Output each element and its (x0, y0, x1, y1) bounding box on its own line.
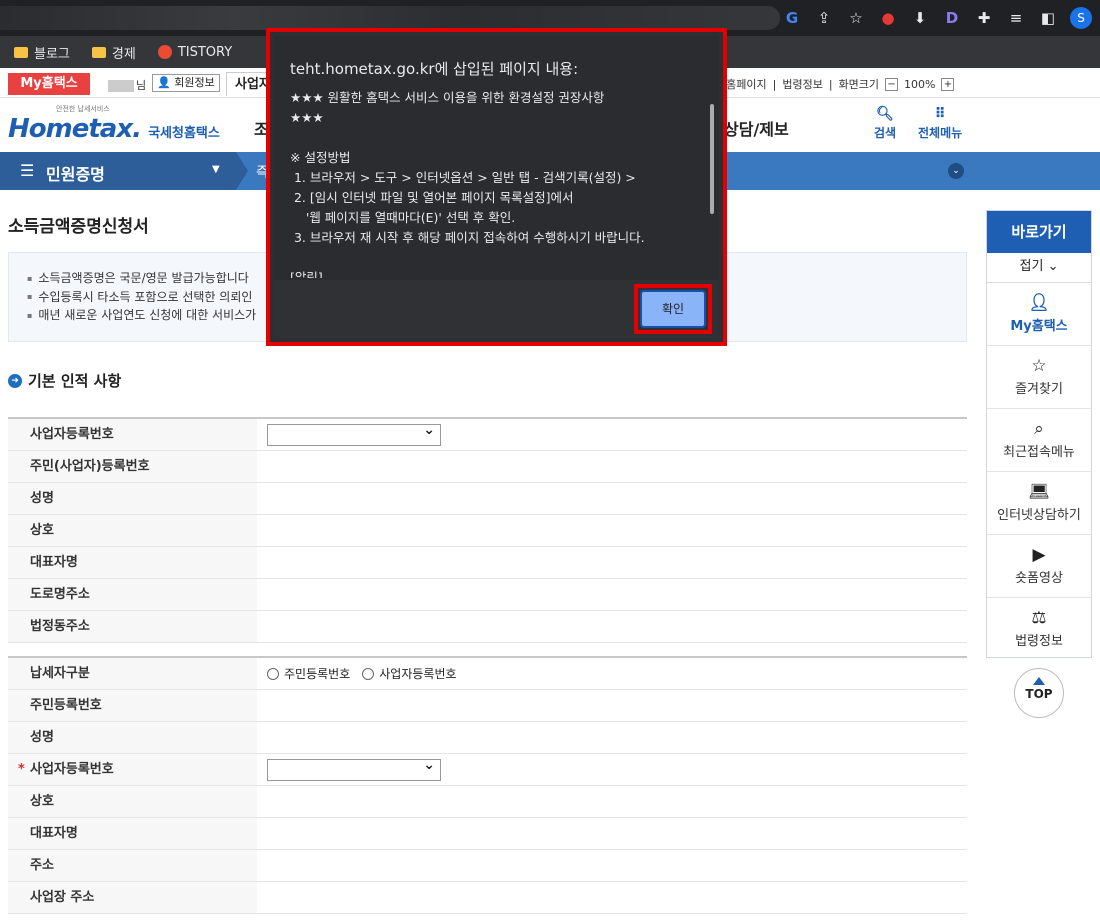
hometax-logo[interactable]: 안전한 납세서비스 Hometax. 국세청홈택스 (8, 104, 220, 144)
dialog-title: teht.hometax.go.kr에 삽입된 페이지 내용: (290, 60, 579, 78)
table-row: 성명 (8, 722, 967, 754)
browser-icons: G ⇪ ☆ ● ⬇ D ✚ ≡ ◧ S (782, 6, 1092, 30)
zoom-out-button[interactable]: − (885, 77, 899, 91)
address-bar[interactable] (0, 6, 780, 30)
table-row: 사업자등록번호 (8, 419, 967, 451)
alert-dialog-highlight: teht.hometax.go.kr에 삽입된 페이지 내용: ★★★ 원활한 … (266, 28, 727, 346)
my-hometax-button[interactable]: My홈택스 (8, 73, 90, 95)
alert-dialog: teht.hometax.go.kr에 삽입된 페이지 내용: ★★★ 원활한 … (274, 36, 719, 338)
quick-item-favorites[interactable]: ☆ 즐겨찾기 (987, 346, 1091, 409)
bookmark-economy[interactable]: 경제 (91, 43, 136, 62)
taxpayer-table: 납세자구분 주민등록번호 사업자등록번호 주민등록번호 성명 * 사업자등록번호 … (8, 656, 967, 914)
breadcrumb-arrow (236, 152, 248, 190)
quick-item-law[interactable]: ⚖ 법령정보 (987, 598, 1091, 661)
chevron-down-icon: ⌄ (1047, 259, 1059, 274)
dialog-scrollbar[interactable] (710, 104, 714, 214)
business-number-select-2[interactable] (267, 757, 441, 781)
table-row: 사업장 주소 (8, 882, 967, 914)
section-title: ➜ 기본 인적 사항 (8, 370, 121, 391)
star-icon[interactable]: ☆ (846, 9, 866, 27)
quick-item-recent[interactable]: ⌕ 최근접속메뉴 (987, 409, 1091, 472)
user-name: 님 (108, 77, 146, 93)
d-extension-icon[interactable]: D (942, 9, 962, 27)
quick-menu-fold-button[interactable]: 접기 ⌄ (987, 253, 1091, 283)
arrow-up-icon (1033, 677, 1045, 685)
radio-icon (267, 667, 279, 680)
zoom-in-button[interactable]: + (941, 77, 955, 91)
gavel-icon: ⚖ (1031, 608, 1047, 628)
util-right-links: 정홈페이지 | 법령정보 | 화면크기 − 100% + (716, 76, 955, 92)
law-link[interactable]: 법령정보 (782, 76, 822, 92)
table-row: 주민(사업자)등록번호 (8, 451, 967, 483)
google-icon[interactable]: G (782, 9, 802, 27)
quick-item-consult[interactable]: 💻︎ 인터넷상담하기 (987, 472, 1091, 535)
search-button[interactable]: 🔍︎ 검색 (874, 106, 896, 141)
sidepanel-icon[interactable]: ◧ (1038, 9, 1058, 27)
search-icon: 🔍︎ (876, 106, 894, 122)
chevron-down-icon[interactable]: ⌄ (948, 163, 964, 179)
folder-icon (91, 46, 106, 58)
table-row: 성명 (8, 483, 967, 515)
ok-button[interactable]: 확인 (640, 290, 706, 328)
radio-business-number[interactable]: 사업자등록번호 (362, 665, 457, 682)
table-row: 주민등록번호 (8, 690, 967, 722)
current-menu-dropdown[interactable]: ☰ 민원증명 ▼ (0, 152, 236, 190)
member-info-button[interactable]: 👤 회원정보 (152, 74, 220, 92)
tistory-icon (157, 45, 172, 59)
table-row: 주소 (8, 850, 967, 882)
profile-avatar[interactable]: S (1070, 7, 1092, 29)
quick-menu: 바로가기 접기 ⌄ 👤︎ My홈택스 ☆ 즐겨찾기 ⌕ 최근접속메뉴 💻︎ 인터넷상담하… (986, 210, 1092, 658)
required-mark: * (18, 762, 25, 777)
play-icon: ▶ (1032, 545, 1046, 565)
bookmark-tistory[interactable]: TISTORY (157, 45, 232, 60)
hamburger-icon: ☰ (20, 161, 35, 180)
page-title: 소득금액증명신청서 (8, 217, 149, 237)
recent-search-icon: ⌕ (1034, 419, 1044, 439)
star-icon: ☆ (1031, 356, 1047, 376)
table-row: 법정동주소 (8, 611, 967, 643)
table-row: 도로명주소 (8, 579, 967, 611)
screen-size-label: 화면크기 (838, 78, 880, 91)
table-row: 상호 (8, 515, 967, 547)
share-icon[interactable]: ⇪ (814, 9, 834, 27)
business-number-select[interactable] (267, 422, 441, 446)
folder-icon (14, 46, 28, 58)
laptop-icon: 💻︎ (1028, 482, 1050, 502)
table-row: 상호 (8, 786, 967, 818)
zoom-level: 100% (904, 77, 936, 91)
arrow-circle-icon: ➜ (8, 373, 22, 388)
all-menu-button[interactable]: ⠿ 전체메뉴 (918, 106, 962, 141)
basic-info-table: 사업자등록번호 주민(사업자)등록번호 성명 상호 대표자명 도로명주소 법정동… (8, 417, 967, 643)
media-icon[interactable]: ≡ (1006, 9, 1026, 27)
person-icon: 👤︎ (1028, 293, 1050, 313)
table-row: 대표자명 (8, 547, 967, 579)
table-row: 대표자명 (8, 818, 967, 850)
grid-icon: ⠿ (934, 106, 946, 122)
table-row: * 사업자등록번호 (8, 754, 967, 786)
caret-down-icon: ▼ (212, 164, 220, 175)
radio-icon (362, 667, 375, 680)
bookmark-blog[interactable]: 블로그 (14, 43, 70, 62)
quick-menu-title: 바로가기 (987, 211, 1091, 253)
radio-resident-number[interactable]: 주민등록번호 (267, 665, 350, 682)
quick-item-my-hometax[interactable]: 👤︎ My홈택스 (987, 283, 1091, 346)
download-extension-icon[interactable]: ⬇ (910, 9, 930, 27)
quick-item-shortform[interactable]: ▶ 숏폼영상 (987, 535, 1091, 598)
dialog-message: ★★★ 원활한 홈택스 서비스 이용을 위한 환경설정 권장사항 ★★★ ※ 설… (290, 90, 645, 278)
stop-extension-icon[interactable]: ● (878, 9, 898, 27)
nav-item-consult[interactable]: 상담/제보 (724, 116, 789, 140)
puzzle-icon[interactable]: ✚ (974, 9, 994, 27)
scroll-top-button[interactable]: TOP (1014, 668, 1064, 718)
blurred-name (108, 80, 134, 92)
table-row: 납세자구분 주민등록번호 사업자등록번호 (8, 658, 967, 690)
